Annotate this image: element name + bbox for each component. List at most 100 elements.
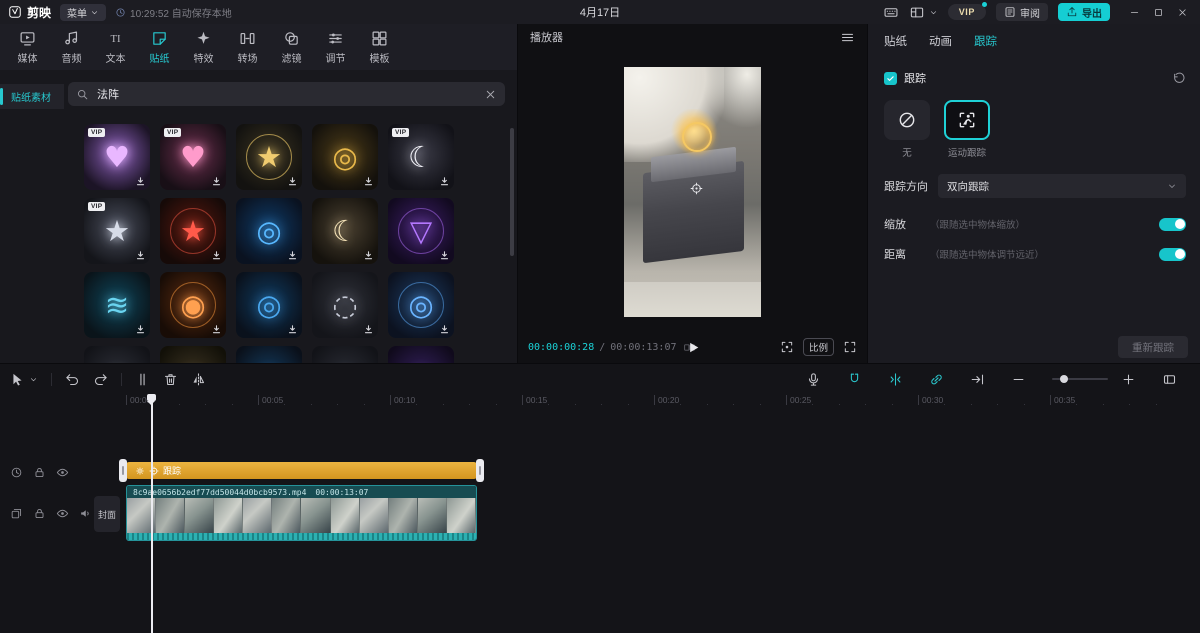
download-icon[interactable] (211, 250, 222, 261)
download-icon[interactable] (363, 250, 374, 261)
asset-tab-adjust[interactable]: 调节 (314, 30, 357, 65)
download-icon[interactable] (287, 250, 298, 261)
minimize-button[interactable] (1124, 3, 1144, 21)
timeline-ruler[interactable]: 00:0000:0500:1000:1500:2000:2500:3000:35 (0, 394, 1200, 408)
sticker-item[interactable]: ♥VIP (160, 124, 226, 190)
mirror-icon[interactable] (191, 372, 206, 387)
timeline-zoom-slider[interactable] (1052, 378, 1108, 380)
sticker-item[interactable]: ◌ (312, 346, 378, 363)
delete-icon[interactable] (163, 372, 178, 387)
download-icon[interactable] (287, 324, 298, 335)
vip-badge[interactable]: VIP (948, 4, 986, 20)
download-icon[interactable] (439, 324, 450, 335)
asset-tab-effects[interactable]: 特效 (182, 30, 225, 65)
lock-icon[interactable] (33, 466, 46, 479)
tracking-motion-option[interactable]: 运动跟踪 (944, 100, 990, 159)
download-icon[interactable] (363, 324, 374, 335)
preview-axis-icon[interactable] (970, 372, 985, 387)
download-icon[interactable] (439, 250, 450, 261)
distance-toggle[interactable] (1159, 248, 1186, 261)
menu-button[interactable]: 菜单 (60, 4, 106, 21)
tab-tracking[interactable]: 跟踪 (974, 33, 997, 49)
playhead[interactable] (151, 394, 153, 633)
download-icon[interactable] (287, 176, 298, 187)
zoom-fit-icon[interactable] (1162, 372, 1177, 387)
clip-trim-handle-right[interactable] (476, 459, 484, 482)
record-voiceover-icon[interactable] (806, 372, 821, 387)
sticker-item[interactable]: ♥VIP (84, 124, 150, 190)
maximize-button[interactable] (1148, 3, 1168, 21)
cover-button[interactable]: 封面 (94, 496, 120, 532)
sticker-item[interactable]: ☾ (312, 198, 378, 264)
download-icon[interactable] (439, 176, 450, 187)
eye-icon[interactable] (56, 507, 69, 520)
sticker-item[interactable]: ☾VIP (388, 124, 454, 190)
asset-tab-transition[interactable]: 转场 (226, 30, 269, 65)
layout-chevron-icon[interactable] (929, 5, 938, 20)
sticker-item[interactable]: ≋ (84, 272, 150, 338)
reset-icon[interactable] (1172, 71, 1186, 85)
export-button[interactable]: 导出 (1058, 3, 1110, 21)
layout-icon[interactable] (909, 5, 925, 20)
search-input[interactable] (95, 87, 478, 101)
sticker-item[interactable]: ◎ (160, 346, 226, 363)
shortcut-keys-icon[interactable] (883, 5, 899, 20)
clip-trim-handle-left[interactable] (119, 459, 127, 482)
tracking-checkbox[interactable] (884, 72, 897, 85)
speaker-icon[interactable] (79, 507, 92, 520)
sticker-item[interactable]: ◎ (84, 346, 150, 363)
asset-tab-template[interactable]: 模板 (358, 30, 401, 65)
download-icon[interactable] (363, 176, 374, 187)
review-button[interactable]: 审阅 (996, 3, 1048, 21)
sticker-item[interactable]: ◎ (236, 198, 302, 264)
sticker-item[interactable]: ★ (160, 198, 226, 264)
asset-tab-audio[interactable]: 音频 (50, 30, 93, 65)
redo-icon[interactable] (93, 372, 108, 387)
ratio-button[interactable]: 比例 (803, 338, 834, 356)
sticker-item[interactable]: ◎ (388, 272, 454, 338)
tab-sticker[interactable]: 贴纸 (884, 33, 907, 49)
scale-to-fit-icon[interactable] (780, 340, 794, 354)
linkage-toggle-icon[interactable] (929, 372, 944, 387)
download-icon[interactable] (211, 176, 222, 187)
sticker-item[interactable]: ◎ (388, 346, 454, 363)
sticker-item[interactable]: ◉ (160, 272, 226, 338)
tracking-direction-select[interactable]: 双向跟踪 (938, 174, 1186, 198)
tracking-none-option[interactable]: 无 (884, 100, 930, 159)
video-preview[interactable] (624, 67, 761, 317)
asset-tab-media[interactable]: 媒体 (6, 30, 49, 65)
scale-toggle[interactable] (1159, 218, 1186, 231)
lock-icon[interactable] (33, 507, 46, 520)
zoom-in-icon[interactable] (1121, 372, 1136, 387)
snap-toggle-icon[interactable] (888, 372, 903, 387)
player-menu-icon[interactable] (840, 30, 855, 45)
play-button[interactable] (685, 340, 700, 355)
split-icon[interactable] (135, 372, 150, 387)
download-icon[interactable] (211, 324, 222, 335)
scrollbar[interactable] (510, 128, 514, 256)
sticker-item[interactable]: ★ (236, 124, 302, 190)
sticker-item[interactable]: ◎ (236, 272, 302, 338)
sticker-item[interactable]: ◎ (312, 124, 378, 190)
eye-icon[interactable] (56, 466, 69, 479)
sidebar-item-sticker-material[interactable]: 贴纸素材 (0, 84, 64, 109)
sticker-item[interactable]: ▽ (388, 198, 454, 264)
select-tool-chevron-icon[interactable] (29, 375, 38, 384)
slider-knob[interactable] (1060, 375, 1068, 383)
asset-tab-filter[interactable]: 滤镜 (270, 30, 313, 65)
download-icon[interactable] (135, 324, 146, 335)
sticker-clip[interactable]: 跟踪 (126, 462, 477, 479)
search-bar[interactable] (68, 82, 505, 106)
close-window-button[interactable] (1172, 3, 1192, 21)
asset-tab-text[interactable]: TI文本 (94, 30, 137, 65)
retrack-button[interactable]: 重新跟踪 (1118, 336, 1188, 358)
sticker-item[interactable]: ◌ (312, 272, 378, 338)
asset-tab-sticker[interactable]: 贴纸 (138, 30, 181, 65)
select-tool-icon[interactable] (10, 372, 25, 387)
zoom-out-icon[interactable] (1011, 372, 1026, 387)
track-duration-icon[interactable] (10, 466, 23, 479)
download-icon[interactable] (135, 176, 146, 187)
fullscreen-icon[interactable] (843, 340, 857, 354)
undo-icon[interactable] (65, 372, 80, 387)
sticker-item[interactable]: ◉ (236, 346, 302, 363)
